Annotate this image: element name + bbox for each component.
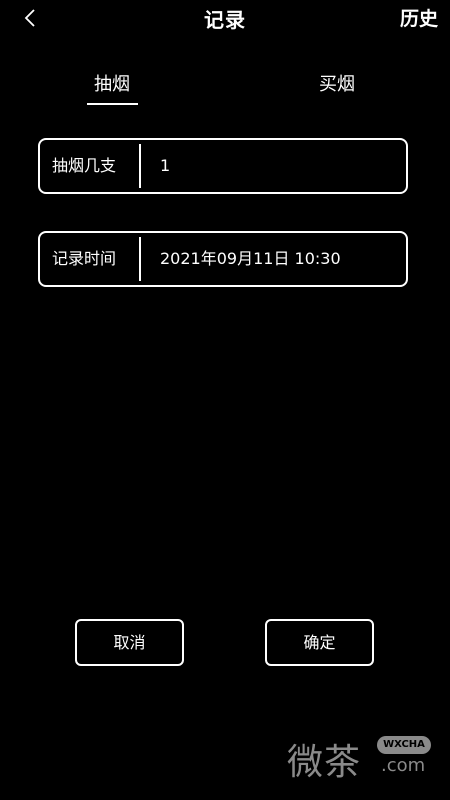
count-input[interactable]: 1 (160, 140, 170, 192)
tab-buy[interactable]: 买烟 (309, 70, 365, 96)
count-label: 抽烟几支 (52, 156, 117, 175)
cancel-button[interactable]: 取消 (75, 619, 184, 666)
watermark-logo: 微茶 WXCHA .com (287, 733, 437, 783)
watermark-badge: WXCHA (377, 736, 431, 754)
time-value[interactable]: 2021年09月11日 10:30 (160, 233, 341, 285)
watermark-domain: .com (381, 755, 426, 776)
tab-bar: 抽烟 买烟 (0, 70, 450, 110)
header-bar: 记录 历史 (0, 0, 450, 36)
page-title: 记录 (204, 8, 246, 32)
time-field[interactable]: 记录时间 2021年09月11日 10:30 (38, 231, 408, 287)
count-field[interactable]: 抽烟几支 1 (38, 138, 408, 194)
watermark-chars: 微茶 (287, 742, 362, 783)
time-label: 记录时间 (52, 249, 117, 268)
tab-smoke[interactable]: 抽烟 (84, 70, 140, 96)
field-divider (139, 144, 141, 188)
field-divider (139, 237, 141, 281)
active-tab-indicator (87, 103, 138, 105)
history-button[interactable]: 历史 (400, 4, 438, 31)
confirm-button[interactable]: 确定 (265, 619, 374, 666)
